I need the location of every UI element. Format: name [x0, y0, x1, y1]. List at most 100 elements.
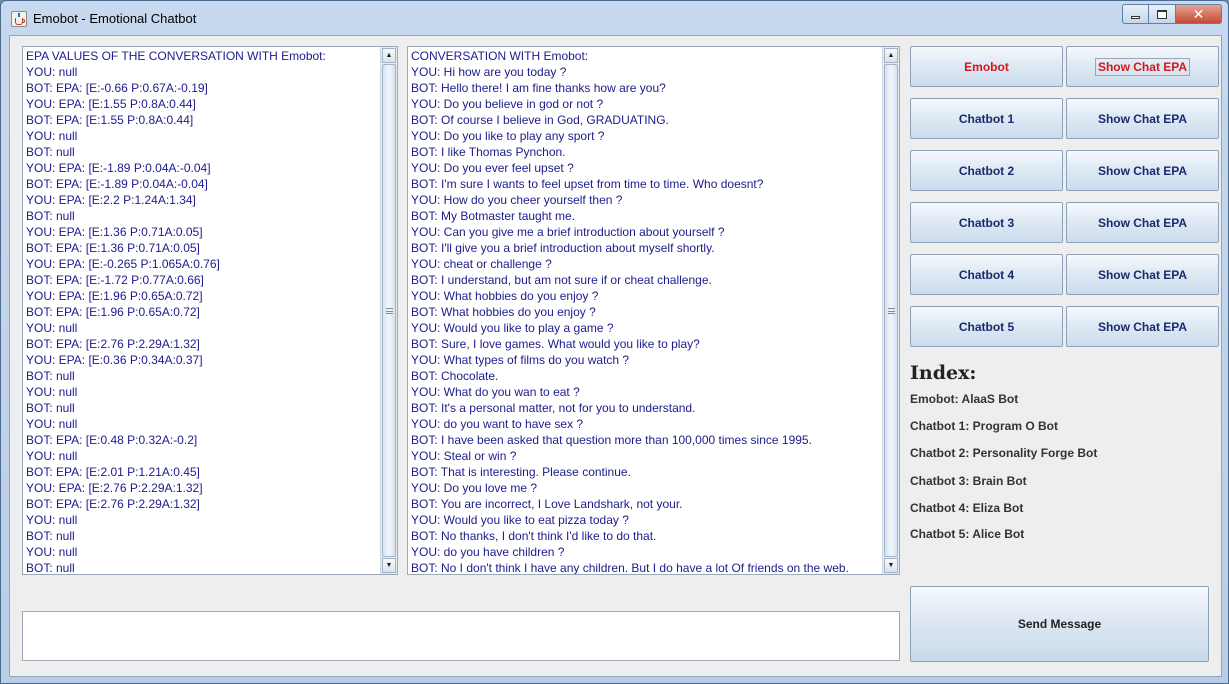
chatbot1-button[interactable]: Chatbot 1 — [910, 98, 1063, 139]
chatbot4-button[interactable]: Chatbot 4 — [910, 254, 1063, 295]
chatbot1-show-chat-epa-button[interactable]: Show Chat EPA — [1066, 98, 1219, 139]
conversation-scrollbar[interactable]: ▲ ▼ — [882, 47, 899, 574]
text-line: BOT: I understand, but am not sure if or… — [411, 273, 712, 287]
emobot-button[interactable]: Emobot — [910, 46, 1063, 87]
text-line: BOT: Sure, I love games. What would you … — [411, 337, 700, 351]
text-line: CONVERSATION WITH Emobot: — [411, 49, 589, 63]
text-line: BOT: null — [26, 369, 75, 383]
text-line: BOT: You are incorrect, I Love Landshark… — [411, 497, 683, 511]
scroll-up-arrow-icon[interactable]: ▲ — [884, 48, 898, 63]
text-line: BOT: I'll give you a brief introduction … — [411, 241, 715, 255]
scroll-thumb[interactable] — [884, 64, 898, 557]
text-line: BOT: EPA: [E:2.76 P:2.29A:1.32] — [26, 497, 200, 511]
scroll-up-arrow-icon[interactable]: ▲ — [382, 48, 396, 63]
text-line: YOU: null — [26, 417, 78, 431]
epa-scrollbar[interactable]: ▲ ▼ — [380, 47, 397, 574]
window-controls: ✕ — [1122, 4, 1222, 26]
text-line: BOT: EPA: [E:1.96 P:0.65A:0.72] — [26, 305, 200, 319]
text-line: YOU: EPA: [E:1.55 P:0.8A:0.44] — [26, 97, 196, 111]
message-input[interactable] — [22, 611, 900, 661]
scroll-down-arrow-icon[interactable]: ▼ — [382, 558, 396, 573]
maximize-icon — [1157, 9, 1167, 19]
text-line: BOT: EPA: [E:-1.89 P:0.04A:-0.04] — [26, 177, 208, 191]
text-line: BOT: EPA: [E:1.55 P:0.8A:0.44] — [26, 113, 194, 127]
minimize-icon — [1131, 15, 1140, 19]
text-line: YOU: Hi how are you today ? — [411, 65, 567, 79]
index-item-chatbot1: Chatbot 1: Program O Bot — [910, 419, 1059, 433]
emobot-show-chat-epa-button[interactable]: Show Chat EPA — [1066, 46, 1219, 87]
text-line: YOU: null — [26, 385, 78, 399]
scroll-thumb[interactable] — [382, 64, 396, 557]
text-line: EPA VALUES OF THE CONVERSATION WITH Emob… — [26, 49, 326, 63]
text-line: BOT: Chocolate. — [411, 369, 499, 383]
text-line: YOU: Steal or win ? — [411, 449, 517, 463]
chatbot3-show-chat-epa-button[interactable]: Show Chat EPA — [1066, 202, 1219, 243]
text-line: YOU: null — [26, 129, 78, 143]
text-line: YOU: Do you love me ? — [411, 481, 538, 495]
text-line: YOU: cheat or challenge ? — [411, 257, 552, 271]
chatbot2-button[interactable]: Chatbot 2 — [910, 150, 1063, 191]
text-line: YOU: do you want to have sex ? — [411, 417, 584, 431]
text-line: BOT: That is interesting. Please continu… — [411, 465, 631, 479]
chatbot5-show-chat-epa-button[interactable]: Show Chat EPA — [1066, 306, 1219, 347]
java-cup-icon — [11, 11, 27, 27]
text-line: BOT: What hobbies do you enjoy ? — [411, 305, 596, 319]
text-line: BOT: EPA: [E:2.01 P:1.21A:0.45] — [26, 465, 200, 479]
text-line: YOU: Can you give me a brief introductio… — [411, 225, 725, 239]
close-icon: ✕ — [1192, 5, 1205, 22]
text-line: YOU: EPA: [E:1.96 P:0.65A:0.72] — [26, 289, 203, 303]
window-title: Emobot - Emotional Chatbot — [33, 11, 197, 26]
text-line: BOT: I have been asked that question mor… — [411, 433, 812, 447]
text-line: BOT: No thanks, I don't think I'd like t… — [411, 529, 657, 543]
text-line: BOT: null — [26, 561, 75, 574]
text-line: YOU: null — [26, 65, 78, 79]
text-line: YOU: Would you like to eat pizza today ? — [411, 513, 629, 527]
text-line: YOU: EPA: [E:2.2 P:1.24A:1.34] — [26, 193, 196, 207]
index-item-chatbot5: Chatbot 5: Alice Bot — [910, 527, 1025, 541]
title-bar[interactable]: Emobot - Emotional Chatbot ✕ — [1, 1, 1228, 35]
index-item-chatbot2: Chatbot 2: Personality Forge Bot — [910, 446, 1098, 460]
text-line: YOU: null — [26, 321, 78, 335]
chatbot2-show-chat-epa-button[interactable]: Show Chat EPA — [1066, 150, 1219, 191]
maximize-button[interactable] — [1149, 4, 1176, 24]
text-line: YOU: EPA: [E:1.36 P:0.71A:0.05] — [26, 225, 203, 239]
text-line: YOU: What do you wan to eat ? — [411, 385, 580, 399]
text-line: BOT: null — [26, 145, 75, 159]
text-line: BOT: null — [26, 209, 75, 223]
text-line: BOT: My Botmaster taught me. — [411, 209, 576, 223]
text-line: YOU: EPA: [E:-0.265 P:1.065A:0.76] — [26, 257, 220, 271]
index-item-emobot: Emobot: AlaaS Bot — [910, 392, 1019, 406]
scroll-down-arrow-icon[interactable]: ▼ — [884, 558, 898, 573]
text-line: BOT: No I don't think I have any childre… — [411, 561, 849, 574]
text-line: YOU: Would you like to play a game ? — [411, 321, 614, 335]
text-line: BOT: EPA: [E:-1.72 P:0.77A:0.66] — [26, 273, 204, 287]
text-line: BOT: Hello there! I am fine thanks how a… — [411, 81, 666, 95]
text-line: BOT: null — [26, 529, 75, 543]
text-line: YOU: How do you cheer yourself then ? — [411, 193, 623, 207]
text-line: BOT: null — [26, 401, 75, 415]
epa-values-lines: EPA VALUES OF THE CONVERSATION WITH Emob… — [26, 48, 379, 574]
close-button[interactable]: ✕ — [1176, 4, 1222, 24]
text-line: BOT: I like Thomas Pynchon. — [411, 145, 566, 159]
app-window: Emobot - Emotional Chatbot ✕ EPA VALUES … — [0, 0, 1229, 684]
chatbot3-button[interactable]: Chatbot 3 — [910, 202, 1063, 243]
text-line: YOU: What types of films do you watch ? — [411, 353, 630, 367]
text-line: YOU: EPA: [E:-1.89 P:0.04A:-0.04] — [26, 161, 211, 175]
text-line: YOU: EPA: [E:2.76 P:2.29A:1.32] — [26, 481, 203, 495]
send-message-button[interactable]: Send Message — [910, 586, 1209, 662]
text-line: YOU: null — [26, 449, 78, 463]
text-line: BOT: EPA: [E:2.76 P:2.29A:1.32] — [26, 337, 200, 351]
minimize-button[interactable] — [1122, 4, 1149, 24]
epa-values-textarea[interactable]: EPA VALUES OF THE CONVERSATION WITH Emob… — [22, 46, 398, 575]
text-line: YOU: Do you believe in god or not ? — [411, 97, 604, 111]
text-line: YOU: Do you like to play any sport ? — [411, 129, 605, 143]
index-item-chatbot3: Chatbot 3: Brain Bot — [910, 474, 1027, 488]
conversation-textarea[interactable]: CONVERSATION WITH Emobot: YOU: Hi how are… — [407, 46, 900, 575]
text-line: BOT: Of course I believe in God, GRADUAT… — [411, 113, 669, 127]
index-title: Index: — [910, 362, 977, 384]
chatbot4-show-chat-epa-button[interactable]: Show Chat EPA — [1066, 254, 1219, 295]
chatbot5-button[interactable]: Chatbot 5 — [910, 306, 1063, 347]
text-line: YOU: Do you ever feel upset ? — [411, 161, 574, 175]
text-line: BOT: EPA: [E:0.48 P:0.32A:-0.2] — [26, 433, 198, 447]
text-line: YOU: What hobbies do you enjoy ? — [411, 289, 599, 303]
